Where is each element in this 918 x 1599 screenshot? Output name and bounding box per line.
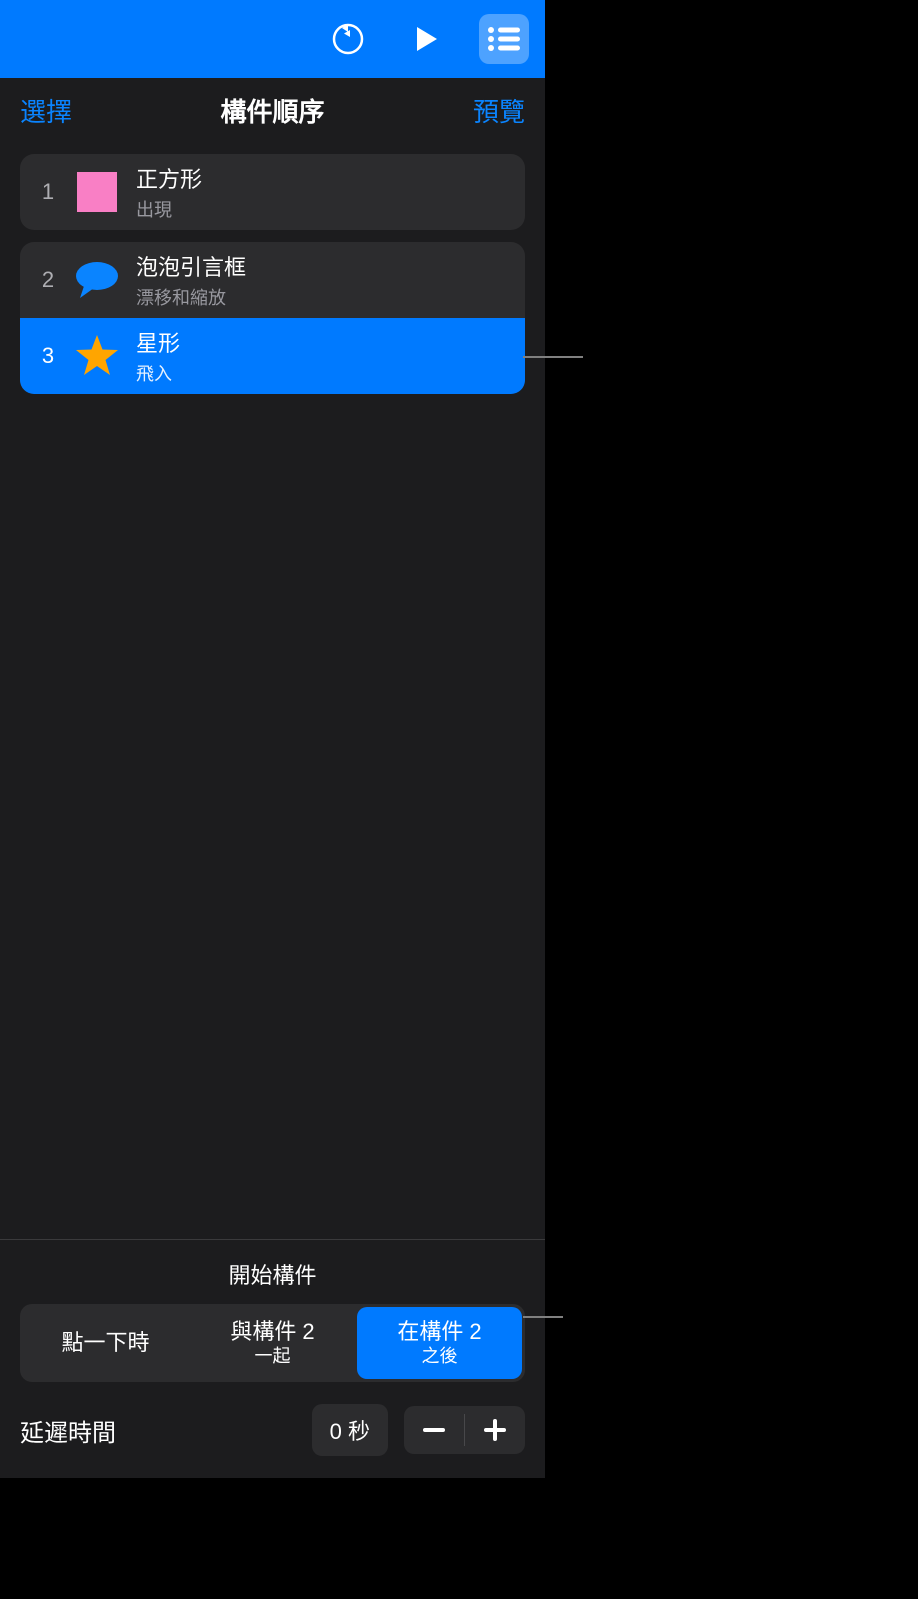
delay-stepper (404, 1406, 525, 1454)
start-build-section: 開始構件 點一下時 與構件 2 一起 在構件 2 之後 延遲時間 0 秒 (0, 1239, 545, 1478)
build-title: 正方形 (136, 162, 202, 194)
toolbar (0, 0, 545, 78)
callout-line (523, 356, 583, 358)
callout-line (523, 1316, 563, 1318)
build-number: 1 (38, 179, 58, 205)
square-icon (74, 169, 120, 215)
start-with-build[interactable]: 與構件 2 一起 (190, 1307, 355, 1379)
delay-value: 0 秒 (312, 1404, 388, 1456)
panel-header: 選擇 構件順序 預覽 (0, 78, 545, 142)
build-title: 星形 (136, 326, 180, 358)
build-title: 泡泡引言框 (136, 250, 246, 282)
seg-label: 與構件 2 (230, 1319, 314, 1345)
build-item-3[interactable]: 3 星形 飛入 (20, 318, 525, 394)
build-list-button[interactable] (479, 14, 529, 64)
build-number: 3 (38, 343, 58, 369)
minus-icon (423, 1428, 445, 1432)
list-icon (486, 24, 522, 54)
panel-title: 構件順序 (220, 92, 324, 129)
stepper-minus[interactable] (404, 1406, 464, 1454)
build-subtitle: 出現 (136, 196, 202, 222)
start-segmented-control: 點一下時 與構件 2 一起 在構件 2 之後 (20, 1304, 525, 1382)
start-on-click[interactable]: 點一下時 (23, 1307, 188, 1379)
build-list: 1 正方形 出現 2 泡泡引言框 漂移和縮放 (0, 142, 545, 394)
seg-sublabel: 之後 (422, 1346, 458, 1368)
build-group: 2 泡泡引言框 漂移和縮放 3 (20, 242, 525, 394)
build-order-panel: 選擇 構件順序 預覽 1 正方形 出現 2 (0, 0, 545, 1478)
start-build-label: 開始構件 (20, 1258, 525, 1290)
star-icon (74, 333, 120, 379)
build-subtitle: 漂移和縮放 (136, 284, 246, 310)
seg-label: 點一下時 (61, 1330, 149, 1356)
delay-row: 延遲時間 0 秒 (20, 1404, 525, 1456)
play-button[interactable] (401, 14, 451, 64)
plus-icon (484, 1419, 506, 1441)
seg-label: 在構件 2 (397, 1319, 481, 1345)
delay-label: 延遲時間 (20, 1413, 296, 1448)
build-subtitle: 飛入 (136, 360, 180, 386)
undo-icon (330, 21, 366, 57)
speech-bubble-icon (74, 257, 120, 303)
build-item-2[interactable]: 2 泡泡引言框 漂移和縮放 (20, 242, 525, 318)
select-button[interactable]: 選擇 (20, 92, 72, 129)
undo-button[interactable] (323, 14, 373, 64)
seg-sublabel: 一起 (255, 1346, 291, 1368)
stepper-plus[interactable] (465, 1406, 525, 1454)
build-item-1[interactable]: 1 正方形 出現 (20, 154, 525, 230)
play-icon (411, 24, 441, 54)
preview-button[interactable]: 預覽 (473, 92, 525, 129)
start-after-build[interactable]: 在構件 2 之後 (357, 1307, 522, 1379)
build-number: 2 (38, 267, 58, 293)
